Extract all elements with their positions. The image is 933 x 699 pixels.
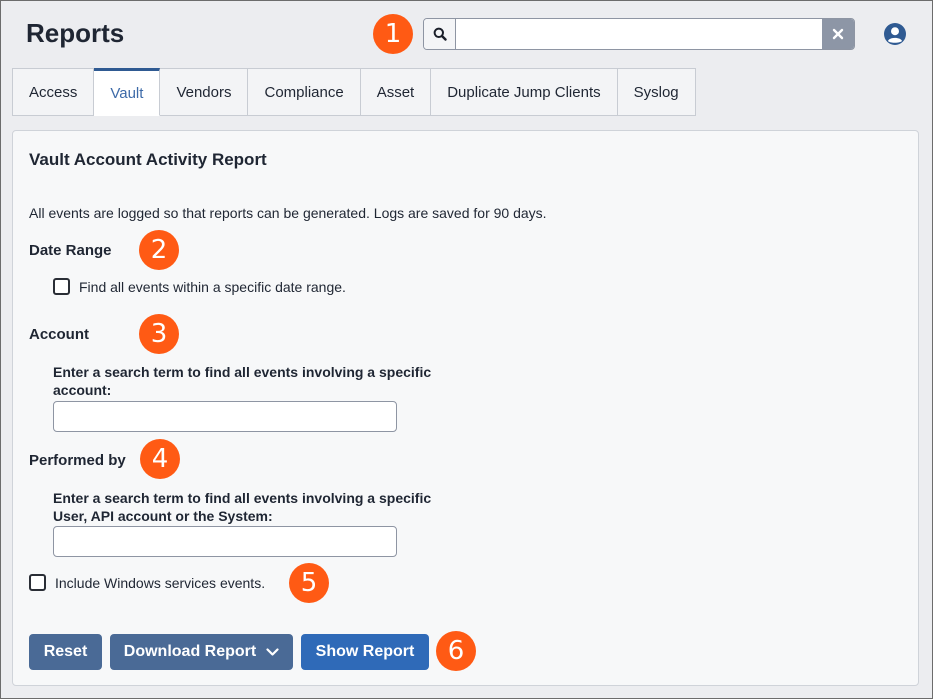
windows-services-checkbox-label: Include Windows services events. — [55, 574, 266, 591]
user-circle-icon — [884, 23, 906, 45]
callout-4: 4 — [140, 439, 180, 479]
performed-by-heading: Performed by — [29, 452, 126, 469]
callout-3: 3 — [139, 314, 179, 354]
report-tabs: Access Vault Vendors Compliance Asset Du… — [12, 68, 696, 116]
tab-vendors[interactable]: Vendors — [160, 68, 249, 116]
callout-5: 5 — [289, 563, 329, 603]
clear-search-button[interactable] — [822, 19, 854, 49]
report-intro: All events are logged so that reports ca… — [29, 205, 547, 221]
date-range-option: Find all events within a specific date r… — [53, 278, 346, 295]
tab-duplicate-jump-clients[interactable]: Duplicate Jump Clients — [431, 68, 618, 116]
search-button[interactable] — [424, 19, 456, 49]
search-bar — [423, 18, 855, 50]
search-input[interactable] — [456, 19, 822, 49]
reset-button[interactable]: Reset — [29, 634, 102, 670]
callout-2: 2 — [139, 230, 179, 270]
date-range-checkbox[interactable] — [53, 278, 70, 295]
account-field-label: Enter a search term to find all events i… — [53, 364, 432, 398]
user-menu-button[interactable] — [883, 22, 907, 46]
close-icon — [832, 28, 844, 40]
report-title: Vault Account Activity Report — [29, 150, 267, 169]
callout-6: 6 — [436, 631, 476, 671]
date-range-checkbox-label: Find all events within a specific date r… — [79, 278, 346, 295]
show-report-button[interactable]: Show Report — [301, 634, 429, 670]
download-report-label: Download Report — [123, 643, 257, 660]
windows-services-option: Include Windows services events. — [29, 574, 265, 591]
tab-asset[interactable]: Asset — [360, 68, 432, 116]
windows-services-checkbox[interactable] — [29, 574, 46, 591]
date-range-heading: Date Range — [29, 242, 112, 259]
tab-syslog[interactable]: Syslog — [617, 68, 696, 116]
search-icon — [433, 27, 447, 41]
account-heading: Account — [29, 326, 89, 343]
account-search-input[interactable] — [53, 401, 397, 432]
page-title: Reports — [26, 18, 125, 48]
tab-compliance[interactable]: Compliance — [248, 68, 361, 116]
download-report-button[interactable]: Download Report — [110, 634, 293, 670]
performed-by-field-label: Enter a search term to find all events i… — [53, 490, 432, 524]
callout-1: 1 — [373, 14, 413, 54]
chevron-down-icon — [266, 647, 279, 656]
tab-access[interactable]: Access — [12, 68, 95, 116]
tab-vault[interactable]: Vault — [94, 68, 161, 116]
performed-by-search-input[interactable] — [53, 526, 397, 557]
